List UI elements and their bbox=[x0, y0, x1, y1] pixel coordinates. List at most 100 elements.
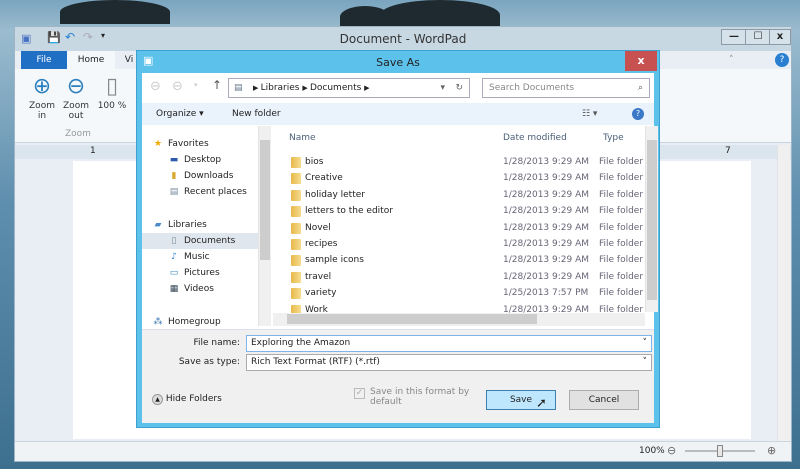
forward-icon[interactable]: ⊖ bbox=[172, 79, 183, 94]
refresh-icon[interactable]: ↻ bbox=[455, 79, 463, 97]
recent-locations-icon[interactable]: ▾ bbox=[194, 81, 198, 89]
nav-music[interactable]: ♪ Music bbox=[168, 249, 209, 265]
document-scrollbar[interactable] bbox=[777, 145, 790, 441]
dialog-body: ⊖ ⊖ ▾ ↑ ▤ ▶ Libraries ▶ Documents ▶ ▾ ↻ … bbox=[142, 73, 658, 423]
maximize-button[interactable]: ☐ bbox=[745, 29, 771, 45]
file-type: File folder bbox=[599, 206, 644, 217]
zoom-in-button[interactable]: ⊕ Zoom in bbox=[25, 73, 59, 121]
file-type: File folder bbox=[599, 255, 644, 266]
file-row[interactable]: variety 1/25/2013 7:57 PM File folder bbox=[273, 285, 645, 301]
address-dropdown-icon[interactable]: ▾ bbox=[440, 79, 445, 97]
search-placeholder: Search Documents bbox=[489, 83, 575, 93]
folder-icon bbox=[291, 189, 301, 201]
view-options-icon[interactable]: ☷ ▾ bbox=[582, 103, 597, 125]
tab-home[interactable]: Home bbox=[67, 51, 115, 69]
nav-documents[interactable]: ▯ Documents bbox=[142, 233, 258, 249]
file-name: letters to the editor bbox=[305, 206, 393, 217]
breadcrumb-libraries[interactable]: Libraries bbox=[261, 83, 300, 93]
zoom-out-button[interactable]: ⊖ Zoom out bbox=[59, 73, 93, 121]
hide-folders-label: Hide Folders bbox=[165, 394, 222, 404]
nav-label: Desktop bbox=[184, 155, 222, 165]
zoom-out-status-icon[interactable]: ⊖ bbox=[667, 444, 676, 457]
file-name: variety bbox=[305, 288, 337, 299]
file-type: File folder bbox=[599, 189, 644, 200]
search-input[interactable]: Search Documents ⌕ bbox=[482, 78, 650, 98]
column-name[interactable]: Name bbox=[289, 128, 316, 148]
navigation-pane: ★ Favorites ▬ Desktop ▮ Downloads ▤ Recent p… bbox=[142, 126, 258, 327]
file-type: File folder bbox=[599, 271, 644, 282]
column-date-modified[interactable]: Date modified bbox=[503, 128, 567, 148]
zoom-100-button[interactable]: ▯ 100 % bbox=[95, 73, 129, 111]
recent-places-icon: ▤ bbox=[169, 187, 179, 197]
chevron-down-icon[interactable]: ˅ bbox=[643, 336, 648, 351]
address-bar[interactable]: ▤ ▶ Libraries ▶ Documents ▶ ▾ ↻ bbox=[228, 78, 470, 98]
file-name-label: File name: bbox=[193, 338, 240, 348]
minimize-button[interactable]: — bbox=[721, 29, 747, 45]
folder-icon bbox=[291, 157, 301, 168]
file-row[interactable]: sample icons 1/28/2013 9:29 AM File folder bbox=[273, 252, 645, 268]
file-date: 1/28/2013 9:29 AM bbox=[503, 189, 590, 200]
collapse-ribbon-icon[interactable]: ˄ bbox=[729, 55, 734, 65]
file-row[interactable]: recipes 1/28/2013 9:29 AM File folder bbox=[273, 236, 645, 252]
zoom-slider-thumb[interactable] bbox=[717, 445, 723, 457]
file-row[interactable]: Creative 1/28/2013 9:29 AM File folder bbox=[273, 170, 645, 186]
list-scrollbar-thumb[interactable] bbox=[647, 140, 657, 300]
save-as-type-select[interactable]: Rich Text Format (RTF) (*.rtf) ˅ bbox=[246, 354, 652, 371]
file-date: 1/28/2013 9:29 AM bbox=[503, 157, 590, 167]
nav-favorites[interactable]: ★ Favorites bbox=[152, 136, 209, 152]
window-title: Document - WordPad bbox=[339, 32, 467, 46]
close-button[interactable]: x bbox=[769, 29, 791, 45]
folder-icon bbox=[291, 255, 301, 267]
nav-pictures[interactable]: ▭ Pictures bbox=[168, 265, 220, 281]
list-horizontal-scrollbar[interactable] bbox=[273, 313, 645, 326]
tab-file[interactable]: File bbox=[21, 51, 67, 69]
breadcrumb-documents[interactable]: Documents bbox=[310, 83, 361, 93]
zoom-in-status-icon[interactable]: ⊕ bbox=[767, 444, 776, 457]
nav-desktop[interactable]: ▬ Desktop bbox=[168, 152, 221, 168]
file-date: 1/28/2013 9:29 AM bbox=[503, 239, 590, 249]
horizontal-scrollbar-thumb[interactable] bbox=[287, 314, 537, 324]
zoom-slider[interactable] bbox=[685, 445, 755, 457]
nav-downloads[interactable]: ▮ Downloads bbox=[168, 168, 234, 184]
file-row[interactable]: letters to the editor 1/28/2013 9:29 AM Fi… bbox=[273, 203, 645, 219]
nav-label: Videos bbox=[184, 284, 214, 294]
cancel-button[interactable]: Cancel bbox=[569, 390, 639, 410]
nav-recent-places[interactable]: ▤ Recent places bbox=[168, 184, 247, 200]
default-format-checkbox[interactable]: ✓ bbox=[354, 388, 365, 399]
chevron-up-icon: ▲ bbox=[152, 394, 163, 405]
back-icon[interactable]: ⊖ bbox=[150, 79, 161, 94]
help-icon[interactable]: ? bbox=[632, 108, 644, 120]
wordpad-title-bar: ▣ 💾 ↶ ↷ ▾ Document - WordPad — ☐ x bbox=[15, 27, 791, 51]
file-row[interactable]: travel 1/28/2013 9:29 AM File folder bbox=[273, 269, 645, 285]
file-row[interactable]: Novel 1/28/2013 9:29 AM File folder bbox=[273, 220, 645, 236]
file-date: 1/28/2013 9:29 AM bbox=[503, 206, 590, 217]
search-icon: ⌕ bbox=[637, 83, 643, 93]
file-type: File folder bbox=[599, 157, 644, 167]
file-type: File folder bbox=[599, 173, 644, 184]
help-icon[interactable]: ? bbox=[775, 53, 789, 67]
list-scrollbar[interactable] bbox=[645, 126, 658, 312]
nav-label: Documents bbox=[184, 236, 236, 246]
chevron-down-icon[interactable]: ˅ bbox=[643, 355, 648, 370]
folder-icon bbox=[291, 173, 301, 185]
nav-libraries[interactable]: ▰ Libraries bbox=[152, 217, 207, 233]
column-type[interactable]: Type bbox=[603, 128, 624, 148]
organize-button[interactable]: Organize ▾ bbox=[156, 103, 204, 125]
new-folder-button[interactable]: New folder bbox=[232, 103, 281, 125]
file-name: travel bbox=[305, 271, 332, 282]
dialog-close-button[interactable]: x bbox=[625, 51, 657, 71]
file-list: Name Date modified Type bios 1/28/2013 9:… bbox=[273, 126, 645, 316]
file-name: Novel bbox=[305, 222, 331, 233]
file-row[interactable]: bios 1/28/2013 9:29 AM File folder bbox=[273, 154, 645, 170]
zoom-in-icon: ⊕ bbox=[32, 74, 52, 99]
file-name-input[interactable]: Exploring the Amazon ˅ bbox=[246, 335, 652, 352]
nav-videos[interactable]: ▦ Videos bbox=[168, 281, 214, 297]
hide-folders-button[interactable]: ▲ Hide Folders bbox=[152, 394, 222, 405]
nav-scrollbar[interactable] bbox=[258, 126, 271, 326]
save-as-type-label: Save as type: bbox=[178, 357, 240, 367]
nav-scrollbar-thumb[interactable] bbox=[260, 140, 270, 260]
file-type: File folder bbox=[599, 288, 644, 299]
nav-homegroup[interactable]: ⁂ Homegroup bbox=[152, 314, 221, 330]
file-row[interactable]: holiday letter 1/28/2013 9:29 AM File fold… bbox=[273, 187, 645, 203]
up-icon[interactable]: ↑ bbox=[212, 78, 222, 92]
